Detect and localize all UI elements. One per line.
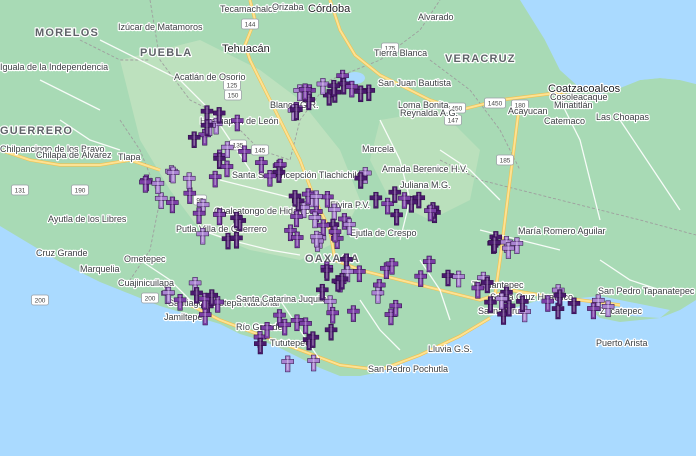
city-label: Tecamachalco [220, 4, 278, 14]
city-label: Marcela [362, 144, 394, 154]
route-shield: 200 [141, 292, 159, 304]
city-label: San Pedro Pochutla [368, 364, 448, 374]
route-shield: 1450 [484, 97, 506, 109]
route-shield: 200 [31, 294, 49, 306]
city-label: Tehuacán [222, 43, 270, 55]
route-number: 144 [245, 22, 256, 29]
city-label: Las Choapas [596, 112, 650, 122]
map-svg[interactable]: 1441501351311251902001751851451471802001… [0, 0, 696, 456]
city-label: Izúcar de Matamoros [118, 22, 203, 32]
state-label: GUERRERO [0, 125, 73, 137]
city-label: Ayutla de los Libres [48, 214, 127, 224]
route-shield: 190 [71, 184, 89, 196]
city-label: Santa Catarina Juquila [236, 294, 327, 304]
route-number: 145 [255, 148, 266, 155]
city-label: Ometepec [124, 254, 166, 264]
city-label: Iguala de la Independencia [0, 62, 108, 72]
route-number: 190 [75, 188, 86, 195]
route-shield: 145 [251, 144, 269, 156]
city-label: Reynalda A.G. [400, 108, 458, 118]
city-label: San Pedro Tapanatepec [598, 286, 695, 296]
city-label: Chilapa de Álvarez [36, 150, 112, 160]
city-label: Acatlán de Osorio [174, 72, 246, 82]
state-label: MORELOS [35, 27, 99, 39]
route-shield: 185 [496, 154, 514, 166]
route-number: 185 [500, 158, 511, 165]
route-number: 147 [448, 118, 459, 125]
route-number: 200 [35, 298, 46, 305]
city-label: Orizaba [272, 2, 304, 12]
city-label: Putla Villa de Guerrero [176, 224, 267, 234]
city-label: Minatitlán [554, 100, 593, 110]
city-label: Amada Berenice H.V. [382, 164, 468, 174]
city-label: Alvarado [418, 12, 454, 22]
city-label: Cuajinicuilapa [118, 278, 174, 288]
city-label: Juliana M.G. [400, 180, 451, 190]
state-label: VERACRUZ [445, 53, 516, 65]
route-shield: 144 [241, 18, 259, 30]
city-label: Catemaco [544, 116, 585, 126]
city-label: Puerto Arista [596, 338, 648, 348]
city-label: Cruz Grande [36, 248, 88, 258]
route-number: 1450 [488, 101, 503, 108]
city-label: Santa S. Concepción Tlachichilco [232, 170, 366, 180]
city-label: Ejutla de Crespo [350, 228, 417, 238]
map-canvas[interactable]: 144 150 135 131 125 190 200 175 185 145 147 180 200 1… [0, 0, 696, 456]
route-number: 200 [145, 296, 156, 303]
state-label: PUEBLA [140, 47, 192, 59]
city-label: Marquelia [80, 264, 120, 274]
city-label: Río Grande [236, 322, 283, 332]
route-number: 125 [227, 83, 238, 90]
route-number: 150 [228, 93, 239, 100]
city-label: San Juan Bautista [378, 78, 451, 88]
route-shield: 150 [224, 89, 242, 101]
city-label: Tierra Blanca [374, 48, 427, 58]
city-label: María Romero Aguilar [518, 226, 606, 236]
city-label: Tlapa [118, 152, 141, 162]
city-label: Acayucan [508, 106, 548, 116]
city-label: Lluvia G.S. [428, 344, 472, 354]
route-shield: 131 [11, 184, 29, 196]
city-label: Coatzacoalcos [548, 83, 621, 95]
city-label: Córdoba [308, 3, 351, 15]
route-number: 131 [15, 188, 26, 195]
